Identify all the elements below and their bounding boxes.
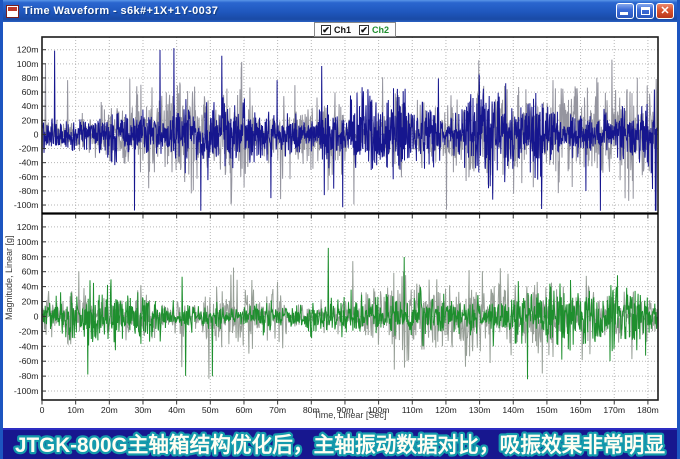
y-tick-label: 120m bbox=[17, 222, 39, 232]
close-button[interactable]: ✕ bbox=[656, 3, 674, 19]
y-tick-label: 100m bbox=[17, 237, 39, 247]
y-tick-label: -100m bbox=[14, 200, 39, 210]
window-icon bbox=[6, 5, 19, 18]
y-tick-label: -80m bbox=[19, 371, 39, 381]
caption-banner-svg: JTGK-800G主轴箱结构优化后，主轴振动数据对比，吸振效果非常明显 bbox=[0, 430, 680, 459]
maximize-icon bbox=[641, 7, 650, 15]
y-tick-label: 60m bbox=[22, 87, 39, 97]
caption-banner: JTGK-800G主轴箱结构优化后，主轴振动数据对比，吸振效果非常明显 bbox=[0, 428, 680, 459]
y-tick-label: -40m bbox=[19, 158, 39, 168]
y-tick-label: 20m bbox=[22, 115, 39, 125]
y-tick-label: -40m bbox=[19, 341, 39, 351]
y-tick-label: 100m bbox=[17, 59, 39, 69]
waveform-ch2-trace bbox=[43, 248, 657, 379]
window-title: Time Waveform - s6k#+1X+1Y-0037 bbox=[23, 5, 610, 17]
legend-item-ch2: ✔ Ch2 bbox=[359, 25, 389, 35]
channel-legend: ✔ Ch1 ✔ Ch2 bbox=[314, 22, 396, 37]
y-axis-title: Magnitude, Linear [g] bbox=[4, 120, 14, 320]
y-tick-label: 60m bbox=[22, 267, 39, 277]
window-controls: ✕ bbox=[616, 3, 674, 19]
y-tick-label: 20m bbox=[22, 297, 39, 307]
y-tick-label: 40m bbox=[22, 282, 39, 292]
y-tick-label: -100m bbox=[14, 386, 39, 396]
title-bar[interactable]: Time Waveform - s6k#+1X+1Y-0037 ✕ bbox=[0, 0, 680, 22]
minimize-icon bbox=[620, 12, 628, 15]
y-tick-label: -60m bbox=[19, 356, 39, 366]
close-icon: ✕ bbox=[660, 6, 669, 17]
waveform-ch1-trace bbox=[43, 48, 657, 211]
maximize-button[interactable] bbox=[636, 3, 654, 19]
minimize-button[interactable] bbox=[616, 3, 634, 19]
app-window: Time Waveform - s6k#+1X+1Y-0037 ✕ 010m20… bbox=[0, 0, 680, 459]
ch2-checkbox[interactable]: ✔ bbox=[359, 25, 369, 35]
ch1-checkbox[interactable]: ✔ bbox=[321, 25, 331, 35]
caption-text: JTGK-800G主轴箱结构优化后，主轴振动数据对比，吸振效果非常明显 bbox=[15, 433, 665, 457]
y-tick-label: 120m bbox=[17, 45, 39, 55]
y-tick-label: 0 bbox=[34, 129, 39, 139]
legend-item-ch1: ✔ Ch1 bbox=[321, 25, 351, 35]
y-tick-label: -20m bbox=[19, 144, 39, 154]
y-tick-label: -20m bbox=[19, 326, 39, 336]
x-axis-title: Time, Linear [Sec] bbox=[42, 410, 658, 420]
y-tick-label: -80m bbox=[19, 186, 39, 196]
plot-area: 010m20m30m40m50m60m70m80m90m100m110m120m… bbox=[0, 0, 680, 459]
y-tick-label: 0 bbox=[34, 311, 39, 321]
y-tick-label: 40m bbox=[22, 101, 39, 111]
y-tick-label: 80m bbox=[22, 73, 39, 83]
y-tick-label: 80m bbox=[22, 252, 39, 262]
ch2-label: Ch2 bbox=[372, 25, 389, 35]
plot-border bbox=[42, 37, 658, 400]
ch1-label: Ch1 bbox=[334, 25, 351, 35]
y-tick-label: -60m bbox=[19, 172, 39, 182]
